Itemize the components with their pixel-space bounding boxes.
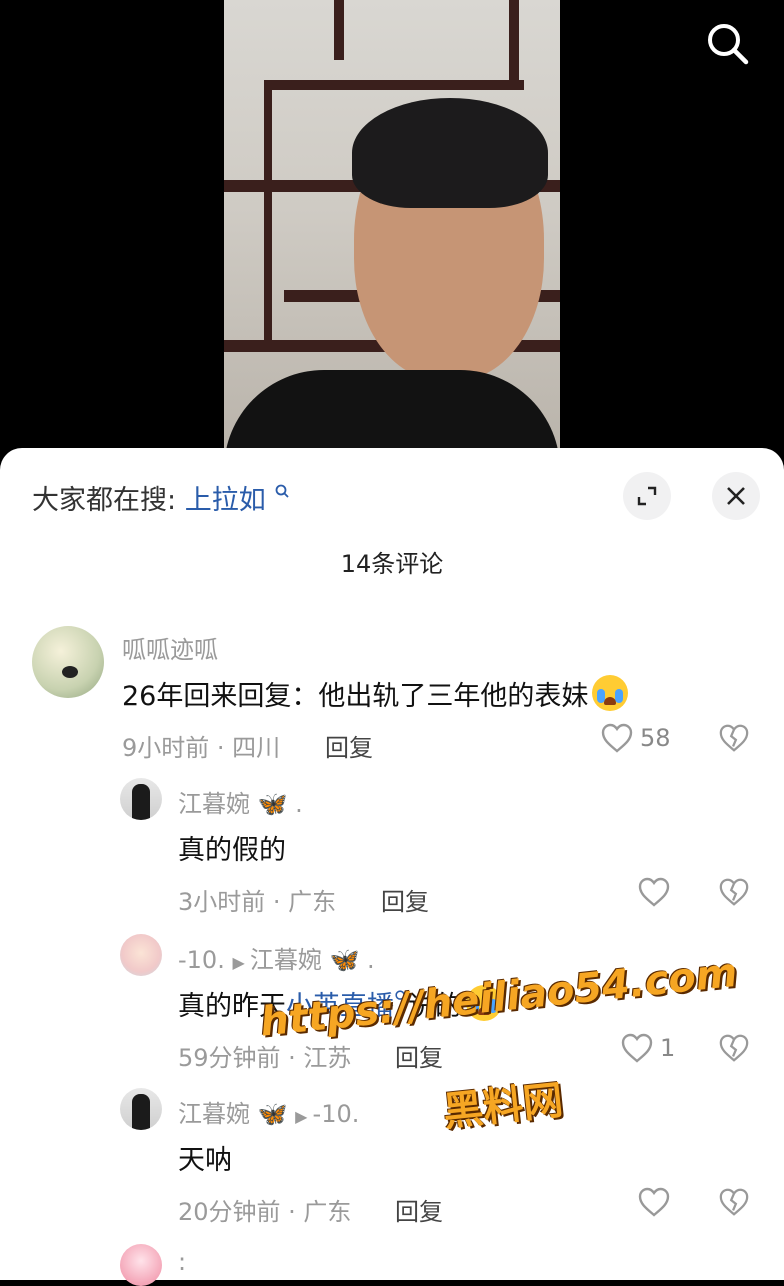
heart-icon xyxy=(621,1033,653,1063)
like-button[interactable] xyxy=(637,1186,671,1218)
comment-time-location: 9小时前 · 四川 xyxy=(122,734,281,762)
reply-button[interactable]: 回复 xyxy=(325,728,373,763)
search-icon xyxy=(708,24,749,65)
reply-username[interactable]: : xyxy=(178,1248,186,1276)
person-hair xyxy=(352,98,548,208)
reply-item: 江暮婉 🦋 . 真的假的 3小时前 · 广东 回复 xyxy=(0,778,784,916)
search-icon xyxy=(275,484,289,498)
comment-item: 呱呱迹呱 26年回来回复：他出轨了三年他的表妹 9小时前 · 四川 回复 58 xyxy=(0,624,784,764)
avatar[interactable] xyxy=(120,1088,162,1130)
reply-time-location: 20分钟前 · 广东 xyxy=(178,1198,352,1226)
heart-icon xyxy=(638,877,670,907)
broken-heart-icon xyxy=(719,878,749,906)
avatar[interactable] xyxy=(120,934,162,976)
reply-button[interactable]: 回复 xyxy=(395,1192,443,1227)
hot-search-bar[interactable]: 大家都在搜: 上拉如 xyxy=(32,478,290,517)
reply-item: : xyxy=(0,1244,784,1286)
dislike-button[interactable] xyxy=(718,722,750,758)
reply-item: 江暮婉 🦋 ▶ -10. 天呐 20分钟前 · 广东 回复 xyxy=(0,1088,784,1226)
comment-username[interactable]: 呱呱迹呱 xyxy=(122,630,218,665)
search-button[interactable] xyxy=(704,20,752,68)
reply-time-location: 3小时前 · 广东 xyxy=(178,888,337,916)
comment-text: 26年回来回复：他出轨了三年他的表妹 xyxy=(122,674,629,713)
reply-username[interactable]: -10. ▶ 江暮婉 🦋 . xyxy=(178,940,375,975)
butterfly-icon: 🦋 xyxy=(250,1100,288,1128)
close-icon xyxy=(727,487,745,505)
reply-username[interactable]: 江暮婉 🦋 . xyxy=(178,784,303,819)
play-arrow-icon: ▶ xyxy=(295,1107,313,1126)
video-player[interactable] xyxy=(0,0,784,460)
like-button[interactable] xyxy=(637,876,671,908)
butterfly-icon: 🦋 xyxy=(250,790,288,818)
avatar[interactable] xyxy=(32,626,104,698)
hot-search-label: 大家都在搜: xyxy=(32,485,177,516)
broken-heart-icon xyxy=(719,1034,749,1062)
like-count: 1 xyxy=(660,1034,676,1062)
hot-search-query[interactable]: 上拉如 xyxy=(185,485,266,516)
butterfly-icon: 🦋 xyxy=(321,946,360,974)
like-button[interactable]: 58 xyxy=(600,722,671,754)
reply-text: 天呐 xyxy=(178,1145,232,1176)
like-button[interactable]: 1 xyxy=(620,1032,675,1064)
heart-icon xyxy=(638,1187,670,1217)
reply-button[interactable]: 回复 xyxy=(395,1038,443,1073)
dislike-button[interactable] xyxy=(718,1186,750,1222)
comment-sheet: 大家都在搜: 上拉如 14条评论 呱呱迹呱 26年回来回复：他出轨了三年他的表妹… xyxy=(0,448,784,1286)
dislike-button[interactable] xyxy=(718,1032,750,1068)
heart-icon xyxy=(601,723,633,753)
comment-count-title: 14条评论 xyxy=(340,550,444,578)
like-count: 58 xyxy=(640,724,671,752)
reply-to-username[interactable]: 江暮婉 xyxy=(250,946,322,974)
dislike-button[interactable] xyxy=(718,876,750,912)
video-frame xyxy=(224,0,560,460)
crying-emoji-icon xyxy=(592,675,629,711)
expand-icon xyxy=(637,486,657,506)
reply-to-username[interactable]: -10. xyxy=(313,1100,360,1128)
play-arrow-icon: ▶ xyxy=(232,953,250,972)
expand-button[interactable] xyxy=(623,472,671,520)
broken-heart-icon xyxy=(719,1188,749,1216)
reply-username[interactable]: 江暮婉 🦋 ▶ -10. xyxy=(178,1094,359,1129)
reply-text: 真的假的 xyxy=(178,835,286,866)
person-shirt xyxy=(224,370,560,460)
close-button[interactable] xyxy=(712,472,760,520)
reply-button[interactable]: 回复 xyxy=(381,882,429,917)
broken-heart-icon xyxy=(719,724,749,752)
avatar[interactable] xyxy=(120,778,162,820)
